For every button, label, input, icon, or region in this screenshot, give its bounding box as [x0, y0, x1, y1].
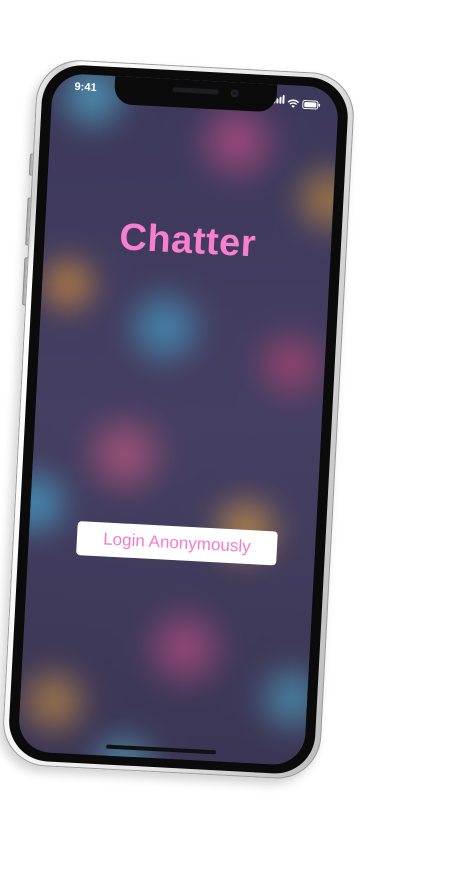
blurred-background [17, 72, 340, 766]
wifi-icon [287, 95, 300, 108]
front-camera [230, 89, 239, 98]
earpiece-speaker [172, 87, 219, 95]
status-time: 9:41 [74, 80, 97, 95]
mockup-stage: 9:41 Chatter Login Anonymously [0, 0, 455, 896]
battery-icon [302, 96, 321, 110]
app-screen: 9:41 Chatter Login Anonymously [17, 72, 340, 766]
phone-device: 9:41 Chatter Login Anonymously [0, 58, 356, 781]
